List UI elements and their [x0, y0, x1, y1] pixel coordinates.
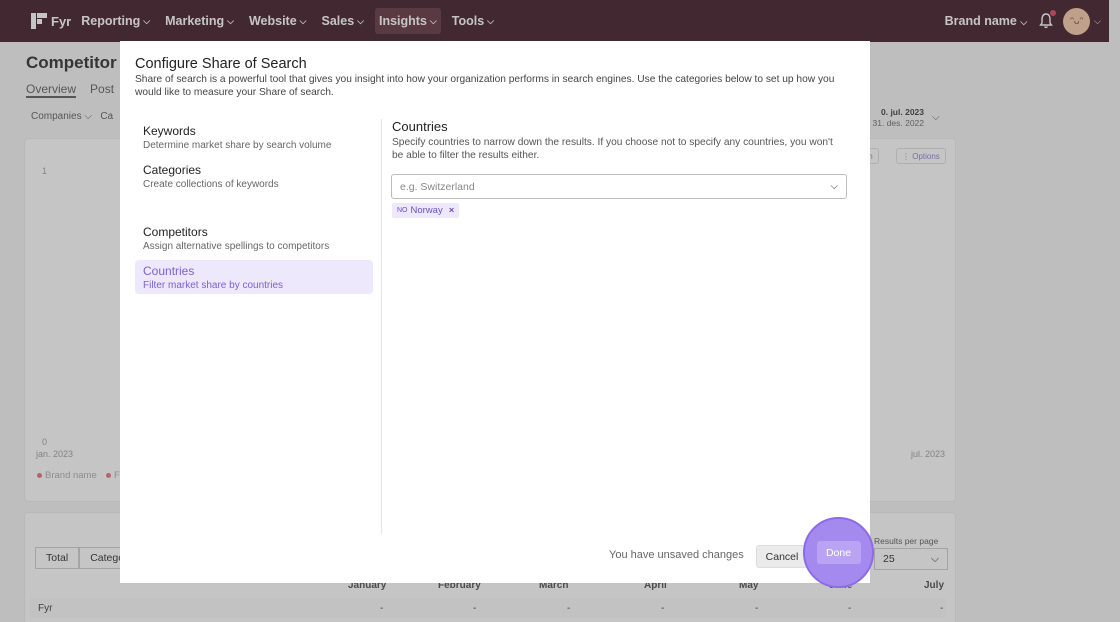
category-subtitle: Assign alternative spellings to competit… [143, 241, 330, 252]
divider [381, 119, 382, 534]
click-highlight: Done [803, 517, 874, 588]
modal-description: Share of search is a powerful tool that … [135, 74, 835, 98]
country-chip: NO Norway × [392, 203, 460, 218]
country-label: Norway [410, 205, 443, 216]
category-subtitle: Determine market share by search volume [143, 140, 332, 151]
country-code: NO [397, 207, 408, 214]
configure-modal: Configure Share of Search Share of searc… [120, 41, 874, 588]
country-select-placeholder: e.g. Switzerland [400, 180, 475, 193]
unsaved-changes-text: You have unsaved changes [609, 549, 744, 561]
cancel-button[interactable]: Cancel [756, 545, 808, 568]
category-keywords[interactable]: Keywords Determine market share by searc… [135, 120, 373, 154]
category-categories[interactable]: Categories Create collections of keyword… [135, 159, 373, 193]
category-title: Countries [143, 264, 195, 278]
country-select[interactable]: e.g. Switzerland ⌵ [391, 174, 847, 199]
section-title: Countries [392, 119, 448, 134]
category-subtitle: Create collections of keywords [143, 179, 279, 190]
close-icon[interactable]: × [449, 205, 455, 216]
modal-title: Configure Share of Search [135, 56, 307, 72]
category-countries[interactable]: Countries Filter market share by countri… [135, 260, 373, 294]
category-competitors[interactable]: Competitors Assign alternative spellings… [135, 221, 373, 255]
category-title: Categories [143, 163, 202, 177]
category-title: Keywords [143, 124, 196, 138]
section-description: Specify countries to narrow down the res… [392, 137, 833, 161]
chevron-down-icon: ⌵ [830, 181, 838, 192]
category-subtitle: Filter market share by countries [143, 280, 284, 291]
done-button[interactable]: Done [816, 541, 861, 564]
category-title: Competitors [143, 225, 208, 239]
